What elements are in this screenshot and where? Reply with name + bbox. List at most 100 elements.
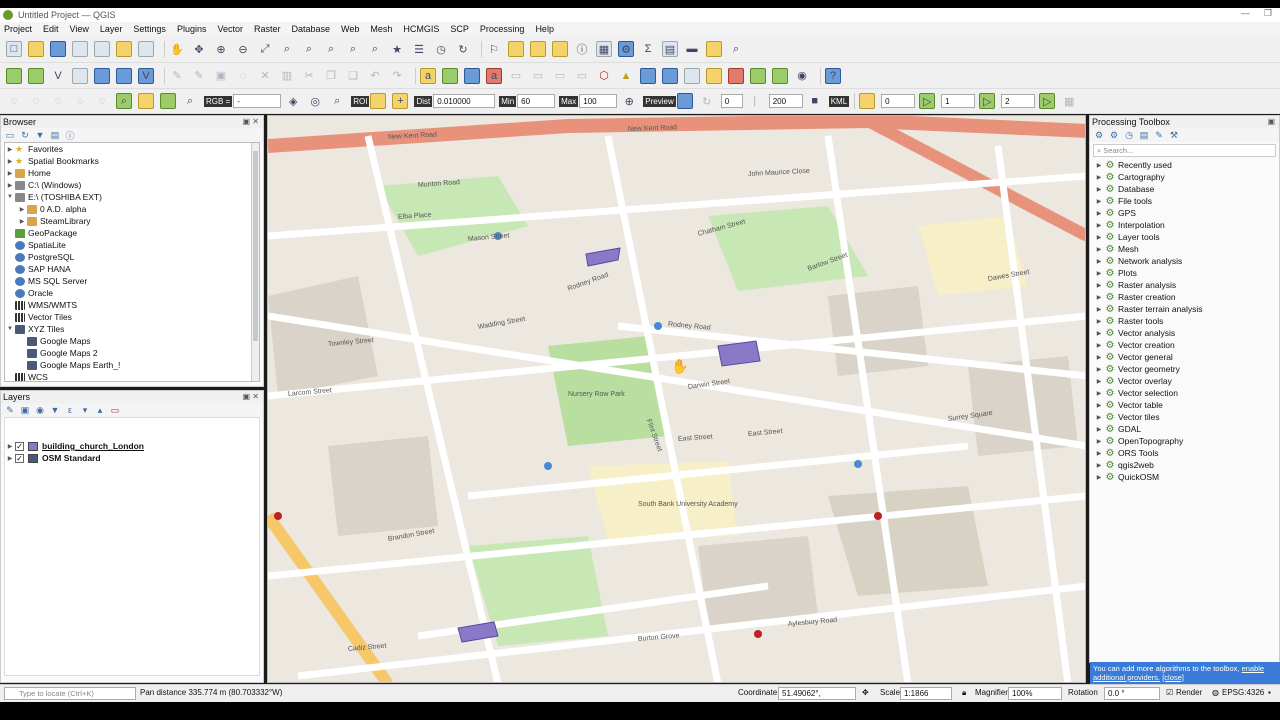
expand-right-icon[interactable]: ▶ [1093,366,1105,373]
zoom-next-icon[interactable]: ⌕ [367,41,383,57]
scp-roi-search-icon[interactable]: ⌕ [329,93,345,109]
toolbox-provider-item[interactable]: ▶ ⚙ Raster creation [1093,291,1279,303]
save-as-icon[interactable] [72,41,88,57]
menu-help[interactable]: Help [535,24,554,34]
attribute-table-icon[interactable]: ▦ [596,41,612,57]
scp-roi-add-icon[interactable] [370,93,387,109]
browser-item[interactable]: ▶ Home [5,167,259,179]
toolbox-provider-item[interactable]: ▶ ⚙ File tools [1093,195,1279,207]
toggle-editing-icon[interactable]: ✎ [191,68,207,84]
new-layout-icon[interactable] [94,41,110,57]
expand-right-icon[interactable]: ▶ [1093,198,1105,205]
menu-layer[interactable]: Layer [100,24,123,34]
expand-right-icon[interactable]: ▶ [1093,378,1105,385]
scale-field[interactable]: 1:1866 [900,687,952,700]
expand-right-icon[interactable]: ▶ [1093,402,1105,409]
scp-lock-icon[interactable]: ■ [807,93,823,109]
add-raster-layer-icon[interactable] [72,67,88,84]
zoom-last-icon[interactable]: ⌕ [345,41,361,57]
copy-features-icon[interactable]: ❐ [323,68,339,84]
redo-icon[interactable]: ↷ [389,68,405,84]
expand-right-icon[interactable]: ▶ [1093,450,1105,457]
browser-item[interactable]: ▶ ★ Favorites [5,143,259,155]
browser-item[interactable]: SAP HANA [5,263,259,275]
expand-right-icon[interactable]: ▶ [5,158,15,165]
edit-pencil-icon[interactable]: ✎ [169,68,185,84]
scp-preview-pointer-icon[interactable]: ⊕ [621,93,637,109]
toolbox-provider-item[interactable]: ▶ ⚙ GDAL [1093,423,1279,435]
history-icon[interactable]: ◷ [1124,130,1134,140]
scp-tool-c-icon[interactable]: ◌ [50,93,66,109]
plugin-d-icon[interactable] [728,67,744,84]
browser-item[interactable]: ▶ ★ Spatial Bookmarks [5,155,259,167]
scp-stretch-icon[interactable]: ◈ [285,93,301,109]
models-icon[interactable]: ⚙ [1094,130,1104,140]
locator-search-input[interactable]: Type to locate (Ctrl+K) [4,687,136,700]
menu-raster[interactable]: Raster [254,24,281,34]
toolbox-provider-item[interactable]: ▶ ⚙ Raster analysis [1093,279,1279,291]
min-input[interactable]: 60 [517,94,556,108]
open-layer-styling-icon[interactable]: ✎ [5,405,15,415]
browser-item[interactable]: ▼ XYZ Tiles [5,323,259,335]
expand-down-icon[interactable]: ▼ [5,326,15,332]
menu-view[interactable]: View [70,24,89,34]
paste-features-icon[interactable]: ❏ [345,68,361,84]
scp-next-a-icon[interactable]: ▷ [919,93,936,109]
scp-next-c-icon[interactable]: ▷ [1039,93,1056,109]
deselect-features-icon[interactable] [530,41,546,57]
coordinate-field[interactable]: 51.49062°, -0.08957° [778,687,856,710]
collapse-all-icon[interactable]: ▴ [95,405,105,415]
field-d-input[interactable]: 1 [941,94,976,108]
browser-item[interactable]: Google Maps [5,335,259,347]
select-by-value-icon[interactable] [552,41,568,57]
browser-item[interactable]: ▶ 0 A.D. alpha [5,203,259,215]
new-bookmark-icon[interactable]: ★ [389,41,405,57]
toolbox-provider-item[interactable]: ▶ ⚙ OpenTopography [1093,435,1279,447]
browser-item[interactable]: Oracle [5,287,259,299]
collapse-all-icon[interactable]: ▤ [50,130,60,140]
preview-button[interactable]: Preview [643,95,676,107]
expand-right-icon[interactable]: ▶ [17,206,27,213]
globe-icon[interactable]: ◉ [794,68,810,84]
menu-project[interactable]: Project [4,24,32,34]
minimize-icon[interactable]: — [1241,8,1250,19]
toolbox-provider-item[interactable]: ▶ ⚙ Cartography [1093,171,1279,183]
field-a-input[interactable]: 0 [720,94,743,108]
browser-item[interactable]: SpatiaLite [5,239,259,251]
max-input[interactable]: 100 [579,94,618,108]
expand-right-icon[interactable]: ▶ [1093,438,1105,445]
add-wms-icon[interactable] [116,67,132,84]
scp-preview-icon[interactable] [676,93,693,109]
plugin-a-icon[interactable] [640,67,656,84]
locator-icon[interactable]: ⌕ [728,41,744,57]
kml-button[interactable]: KML [828,95,850,107]
label-show-icon[interactable]: ▭ [574,68,590,84]
select-features-icon[interactable] [508,41,524,57]
options-wrench-icon[interactable]: ⚒ [1169,130,1179,140]
browser-item[interactable]: Google Maps Earth_! [5,359,259,371]
edit-features-in-place-icon[interactable]: ✎ [1154,130,1164,140]
expand-all-icon[interactable]: ▾ [80,405,90,415]
expand-right-icon[interactable]: ▶ [1093,354,1105,361]
filter-icon[interactable]: ▼ [35,130,45,140]
panel-close-icon[interactable]: ▣ [1267,117,1275,126]
menu-database[interactable]: Database [292,24,331,34]
temporal-controller-icon[interactable]: ◷ [433,41,449,57]
browser-item[interactable]: WCS [5,371,259,381]
zoom-out-icon[interactable]: ⊖ [235,41,251,57]
save-edits-icon[interactable]: ▣ [213,68,229,84]
field-e-input[interactable]: 2 [1001,94,1036,108]
open-attribute-table-icon[interactable]: ▤ [662,41,678,57]
add-geopackage-icon[interactable] [28,67,44,84]
zoom-in-icon[interactable]: ⊕ [213,41,229,57]
toolbox-provider-item[interactable]: ▶ ⚙ Database [1093,183,1279,195]
toolbox-provider-item[interactable]: ▶ ⚙ Vector overlay [1093,375,1279,387]
expand-right-icon[interactable]: ▶ [1093,426,1105,433]
expand-right-icon[interactable]: ▶ [17,218,27,225]
toolbox-provider-item[interactable]: ▶ ⚙ Vector analysis [1093,327,1279,339]
plugin-c-icon[interactable] [684,67,700,84]
browser-item[interactable]: GeoPackage [5,227,259,239]
toolbox-provider-item[interactable]: ▶ ⚙ Raster terrain analysis [1093,303,1279,315]
triangle-yellow-icon[interactable]: ▲ [618,68,634,84]
scp-roi-draw-icon[interactable]: ◎ [307,93,323,109]
